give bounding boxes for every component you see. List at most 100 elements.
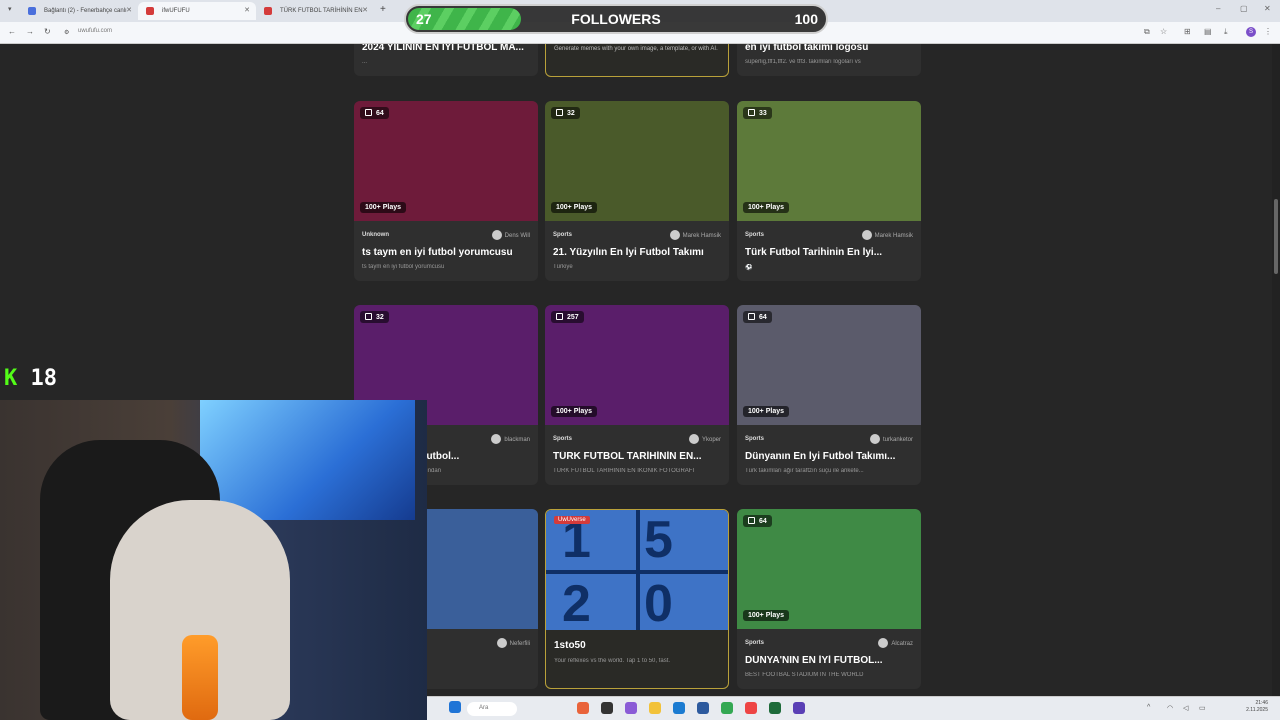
- extensions-icon[interactable]: ⊞: [1184, 27, 1191, 36]
- profile-avatar[interactable]: S: [1246, 27, 1256, 37]
- browser-tab-2[interactable]: ifwUFUFU ✕: [138, 2, 256, 20]
- app-icon[interactable]: [793, 702, 805, 714]
- kick-logo-icon: K: [4, 366, 18, 391]
- card-author[interactable]: Neferfili: [496, 638, 530, 648]
- minimize-icon[interactable]: –: [1216, 4, 1220, 13]
- followers-goal: 100: [794, 11, 818, 27]
- card-author[interactable]: turkanketor: [869, 434, 913, 444]
- card-desc: Türkiye: [553, 264, 573, 270]
- tab-search-icon[interactable]: ▾: [8, 5, 12, 13]
- plays-badge: 100+ Plays: [360, 202, 407, 213]
- item-count-badge: 64: [743, 515, 772, 527]
- card-desc: Your reflexes vs the world. Tap 1 to 50,…: [554, 658, 671, 664]
- new-tab-button[interactable]: +: [380, 4, 386, 15]
- webcam-overlay: [0, 400, 427, 720]
- card-title: en iyi futbol takımı logosu: [745, 44, 869, 53]
- author-avatar-icon: [491, 230, 502, 240]
- author-name: Alcatraz: [891, 641, 913, 647]
- card-top-3[interactable]: en iyi futbol takımı logosu süperlig,tff…: [737, 44, 921, 76]
- translate-icon[interactable]: ⧉: [1144, 27, 1150, 37]
- item-count-badge: 33: [743, 107, 772, 119]
- plays-badge: 100+ Plays: [743, 406, 790, 417]
- card-desc: ...: [362, 59, 368, 65]
- menu-kebab-icon[interactable]: ⋮: [1264, 27, 1272, 36]
- card-author[interactable]: Dens Will: [491, 230, 530, 240]
- site-info-icon[interactable]: ⚙: [64, 29, 69, 36]
- wifi-icon[interactable]: ◠: [1167, 704, 1173, 712]
- url-field[interactable]: uwufufu.com: [78, 28, 112, 34]
- card-desc: ts taym en iyi futbol yorumcusu: [362, 264, 445, 270]
- bookmark-star-icon[interactable]: ☆: [1160, 27, 1167, 36]
- quiz-card[interactable]: 32 100+ Plays Sports Marek Hamsik 21. Yüzyıl…: [545, 101, 729, 281]
- quiz-card[interactable]: 257 100+ Plays Sports Ykoper TÜRK FUTBOL TAR…: [545, 305, 729, 485]
- author-avatar-icon: [669, 230, 680, 240]
- item-count: 64: [376, 110, 384, 117]
- file-explorer-icon[interactable]: [649, 702, 661, 714]
- digit-glyph: 2: [562, 575, 591, 633]
- app-icon[interactable]: [769, 702, 781, 714]
- author-name: Neferfili: [509, 641, 530, 647]
- chrome-icon[interactable]: [721, 702, 733, 714]
- task-view-icon[interactable]: [601, 702, 613, 714]
- quiz-card[interactable]: 33 100+ Plays Sports Marek Hamsik Türk Futbo…: [737, 101, 921, 281]
- edge-icon[interactable]: [673, 702, 685, 714]
- close-tab-icon[interactable]: ✕: [244, 6, 250, 14]
- author-name: Ykoper: [701, 437, 721, 443]
- cards-icon: [748, 313, 755, 320]
- card-thumbnail: 1520: [546, 510, 728, 633]
- download-icon[interactable]: ⤓: [1224, 27, 1228, 37]
- card-desc: BEST FOOTBAL STADIUM IN THE WORLD: [745, 672, 864, 678]
- cards-icon: [365, 109, 372, 116]
- store-icon[interactable]: [697, 702, 709, 714]
- reload-icon[interactable]: ↻: [44, 27, 51, 36]
- card-author[interactable]: Alcatraz: [878, 638, 913, 648]
- card-category: Sports: [745, 640, 765, 646]
- browser-tab-3[interactable]: TÜRK FUTBOL TARİHİNİN EN ✕: [256, 2, 374, 20]
- back-icon[interactable]: ←: [8, 27, 16, 36]
- scrollbar-thumb[interactable]: [1274, 199, 1278, 274]
- quiz-card[interactable]: 64 100+ Plays Sports Alcatraz DÜNYA'NIN EN İ…: [737, 509, 921, 689]
- close-window-icon[interactable]: ✕: [1264, 4, 1271, 13]
- card-author[interactable]: Ykoper: [688, 434, 721, 444]
- author-avatar-icon: [496, 638, 507, 648]
- kick-viewer-count: K 18: [4, 366, 57, 391]
- card-title: Türk Futbol Tarihinin En İyi...: [745, 247, 883, 258]
- windows-start-icon[interactable]: [449, 701, 461, 713]
- digit-glyph: 0: [644, 575, 673, 633]
- quiz-card[interactable]: 1 5 2 0 UwUverse 1sto50 Your reflexes vs the w…: [545, 509, 729, 689]
- close-tab-icon[interactable]: ✕: [126, 6, 132, 14]
- item-count-badge: 64: [743, 311, 772, 323]
- card-title: ts taym en iyi futbol yorumcusu: [362, 247, 513, 258]
- close-tab-icon[interactable]: ✕: [362, 6, 368, 14]
- taskbar-clock[interactable]: 21:46 2.11.2025: [1246, 700, 1268, 714]
- app-icon[interactable]: [745, 702, 757, 714]
- card-author[interactable]: Marek Hamsik: [669, 230, 721, 240]
- scrollbar[interactable]: [1272, 44, 1280, 696]
- quiz-card[interactable]: 64 100+ Plays Unknown Dens Will ts taym en i…: [354, 101, 538, 281]
- card-author[interactable]: blackman: [491, 434, 530, 444]
- taskbar-search[interactable]: Ara: [467, 702, 517, 716]
- maximize-icon[interactable]: ▢: [1240, 4, 1248, 13]
- copilot-icon[interactable]: [625, 702, 637, 714]
- author-name: turkanketor: [882, 437, 913, 443]
- volume-icon[interactable]: ◁: [1183, 704, 1188, 712]
- item-count: 64: [759, 518, 767, 525]
- battery-icon[interactable]: ▭: [1199, 704, 1206, 712]
- card-title: Dünyanın En İyi Futbol Takımı...: [745, 451, 896, 462]
- tab-favicon: [264, 7, 272, 15]
- tray-chevron-icon[interactable]: ^: [1147, 704, 1150, 711]
- browser-tab-1[interactable]: Bağlantı (2) - Fenerbahçe canlı ✕: [20, 2, 138, 20]
- card-title: 2024 YILININ EN İYİ FUTBOL MA...: [362, 44, 524, 53]
- forward-icon[interactable]: →: [26, 27, 34, 36]
- card-top-2[interactable]: Generate memes with your own image, a te…: [545, 44, 729, 77]
- quiz-card[interactable]: 64 100+ Plays Sports turkanketor Dünyanın En…: [737, 305, 921, 485]
- sidebar-icon[interactable]: ▤: [1204, 27, 1212, 36]
- monitor-wallpaper: [200, 400, 415, 520]
- taskbar-app-icon[interactable]: [577, 702, 589, 714]
- microphone: [182, 635, 218, 720]
- card-title: TÜRK FUTBOL TARİHİNİN EN...: [553, 451, 702, 462]
- card-top-1[interactable]: 2024 YILININ EN İYİ FUTBOL MA... ...: [354, 44, 538, 76]
- card-author[interactable]: Marek Hamsik: [861, 230, 913, 240]
- cards-icon: [748, 517, 755, 524]
- card-desc: TÜRK FUTBOL TARİHİNİN EN İKONİK FOTOĞRAF…: [553, 468, 695, 474]
